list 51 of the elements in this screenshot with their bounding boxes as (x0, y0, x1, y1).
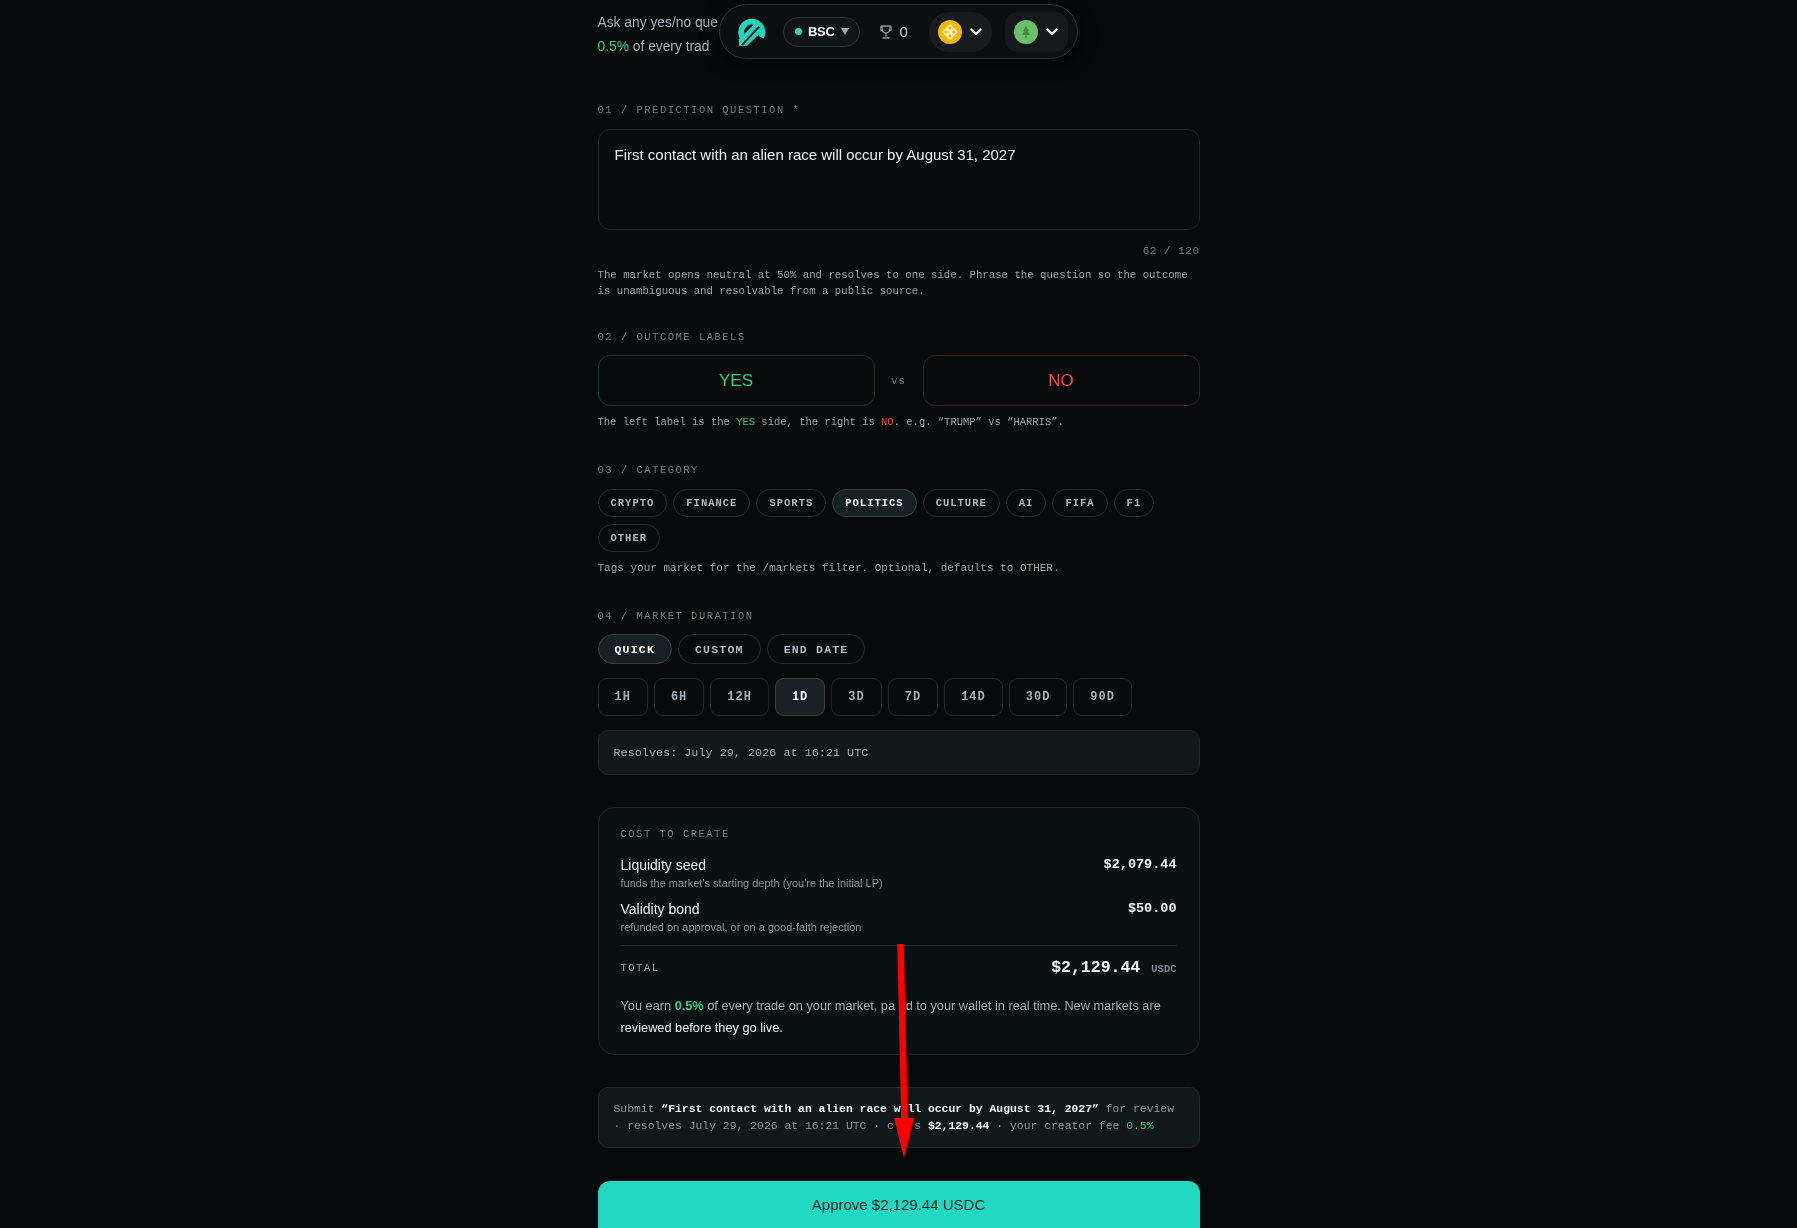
resolve-date-banner: Resolves: July 29, 2026 at 16:21 UTC (597, 730, 1200, 775)
section-label: 04 / MARKET DURATION (597, 609, 754, 623)
cost-item-note: refunded on approval, or on a good-faith rejection (620, 920, 862, 934)
cost-amount: $2,079.44 (1103, 856, 1177, 874)
coin-icon (937, 19, 962, 44)
cost-item-name: Validity bond (620, 900, 701, 918)
section-label: 02 / OUTCOME LABELS (597, 330, 746, 344)
chevron-down-icon (969, 27, 982, 36)
card-title: COST TO CREATE (620, 827, 730, 841)
token-button[interactable] (928, 11, 992, 52)
hint-text: Tags your market for the /markets filter. Optional, defaults to OTHER. (597, 561, 1061, 576)
question-field[interactable]: First contact with an alien race will occur by August 31, 2027 (597, 129, 1200, 230)
versus-text: vs (891, 374, 906, 387)
duration-preset-button[interactable]: 14D (944, 678, 1003, 716)
status-dot-icon (795, 28, 802, 35)
trophy-button[interactable]: 0 (879, 23, 908, 40)
currency-label: USDC (1151, 962, 1177, 976)
logo-icon[interactable] (736, 16, 767, 47)
duration-preset-button[interactable]: 90D (1073, 678, 1132, 716)
section-label: 01 / PREDICTION QUESTION * (597, 103, 801, 117)
duration-preset-button[interactable]: 6H (653, 678, 705, 716)
total-label: TOTAL (620, 961, 660, 975)
intro-text: Ask any yes/no que (597, 14, 718, 32)
caret-icon (840, 28, 849, 35)
submit-summary: Submit “First contact with an alien race w ll occur by August 31, 2027” for review · resolves July 29, 2026 at 16:21 UTC · c s $2,129.44 · your creator fee 0.5% (597, 1087, 1200, 1148)
fee-note: You earn 0.5% of every trade on your market, pa d to your wallet in real time. New markets are reviewed before they go live. (620, 997, 1162, 1037)
duration-preset-button[interactable]: 30D (1008, 678, 1068, 716)
duration-preset-button[interactable]: 1H (597, 678, 648, 716)
category-chip[interactable]: POLITICS (832, 489, 917, 517)
no-label-field[interactable]: NO (922, 355, 1200, 406)
hint-text: The left label is the YES side, the right is NO. e.g. “TRUMP” vs “HARRIS”. (597, 415, 1065, 430)
trophy-icon (879, 24, 892, 39)
section-label: 03 / CATEGORY (597, 463, 699, 477)
cost-amount: $50.00 (1127, 900, 1177, 918)
chevron-down-icon (1045, 27, 1058, 36)
duration-preset-button[interactable]: 1D (774, 678, 826, 716)
network-selector[interactable]: BSC (783, 16, 860, 47)
character-counter: 62 / 120 (1142, 244, 1200, 258)
cost-item-note: funds the market's starting depth (you're the initial LP) (620, 876, 883, 890)
hint-text: The market opens neutral at 50% and resolves to one side. Phrase the question so the outcome is unambiguous and resolvable from a public source. (597, 268, 1189, 299)
total-amount: $2,129.44 (1051, 957, 1141, 979)
duration-preset-button[interactable]: 7D (887, 678, 939, 716)
account-button[interactable] (1004, 11, 1068, 52)
duration-preset-button[interactable]: 3D (831, 678, 882, 716)
avatar-icon (1013, 19, 1038, 44)
cost-item-name: Liquidity seed (620, 856, 708, 874)
approve-button[interactable]: Approve $2,129.44 USDC (597, 1181, 1200, 1228)
yes-label-field[interactable]: YES (597, 355, 875, 406)
duration-preset-button[interactable]: 12H (710, 678, 769, 716)
intro-text: 0.5% of every trad (597, 38, 710, 56)
duration-mode-tab[interactable]: QUICK (597, 634, 672, 664)
